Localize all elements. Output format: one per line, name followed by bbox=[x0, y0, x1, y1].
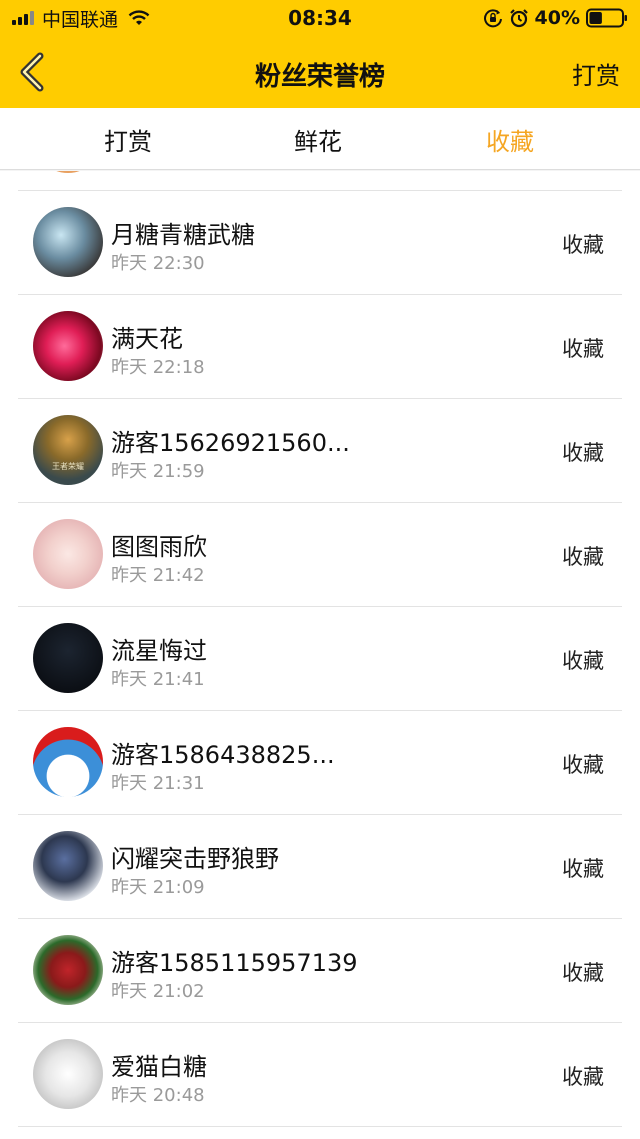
status-bar: 中国联通 08:34 40% bbox=[0, 0, 640, 36]
action-label: 收藏 bbox=[562, 1065, 604, 1089]
action-label: 收藏 bbox=[562, 857, 604, 881]
avatar bbox=[33, 311, 103, 381]
avatar bbox=[33, 519, 103, 589]
list-item[interactable]: 满天花 昨天 22:18 收藏 bbox=[18, 295, 622, 399]
tab-reward[interactable]: 打赏 bbox=[33, 122, 223, 157]
tab-bar: 打赏 鲜花 收藏 bbox=[0, 108, 640, 170]
action-label: 收藏 bbox=[562, 233, 604, 257]
user-name: 流星悔过 bbox=[111, 637, 207, 665]
timestamp: 昨天 20:48 bbox=[111, 1085, 205, 1106]
user-name: 爱猫白糖 bbox=[111, 1053, 207, 1081]
list-item[interactable]: 图图雨欣 昨天 21:42 收藏 bbox=[18, 503, 622, 607]
action-label: 收藏 bbox=[562, 753, 604, 777]
timestamp: 昨天 21:02 bbox=[111, 981, 205, 1002]
alarm-icon bbox=[509, 9, 528, 28]
nav-bar: 粉丝荣誉榜 打赏 bbox=[0, 36, 640, 108]
user-name: 闪耀突击野狼野 bbox=[111, 845, 279, 873]
timestamp: 昨天 22:18 bbox=[111, 357, 205, 378]
list-item[interactable]: 爱猫白糖 昨天 20:48 收藏 bbox=[18, 1023, 622, 1127]
avatar bbox=[33, 1039, 103, 1109]
action-label: 收藏 bbox=[562, 545, 604, 569]
list-item[interactable]: 月糖青糖武糖 昨天 22:30 收藏 bbox=[18, 191, 622, 295]
avatar bbox=[33, 831, 103, 901]
timestamp: 昨天 21:42 bbox=[111, 565, 205, 586]
action-label: 收藏 bbox=[562, 961, 604, 985]
list-item[interactable]: 游客1585115957139 昨天 21:02 收藏 bbox=[18, 919, 622, 1023]
avatar bbox=[33, 727, 103, 797]
avatar-caption: 王者荣耀 bbox=[52, 462, 84, 471]
action-label: 收藏 bbox=[562, 337, 604, 361]
battery-percent: 40% bbox=[534, 7, 580, 29]
reward-button[interactable]: 打赏 bbox=[572, 56, 620, 91]
action-label: 收藏 bbox=[562, 649, 604, 673]
user-name: 游客15626921560... bbox=[111, 429, 350, 457]
action-label: 收藏 bbox=[562, 441, 604, 465]
list-item[interactable]: 王者荣耀 游客15626921560... 昨天 21:59 收藏 bbox=[18, 399, 622, 503]
list-item[interactable]: 游客1586438825... 昨天 21:31 收藏 bbox=[18, 711, 622, 815]
timestamp: 昨天 21:41 bbox=[111, 669, 205, 690]
user-name: 满天花 bbox=[111, 325, 183, 353]
user-name: 游客1585115957139 bbox=[111, 949, 358, 977]
list-item-partial bbox=[18, 171, 622, 191]
tab-favorites[interactable]: 收藏 bbox=[415, 122, 605, 157]
avatar bbox=[33, 623, 103, 693]
timestamp: 昨天 21:59 bbox=[111, 461, 205, 482]
avatar bbox=[33, 171, 103, 173]
battery-icon bbox=[586, 8, 627, 28]
timestamp: 昨天 22:30 bbox=[111, 253, 205, 274]
avatar bbox=[33, 935, 103, 1005]
user-name: 月糖青糖武糖 bbox=[111, 221, 255, 249]
user-name: 图图雨欣 bbox=[111, 533, 207, 561]
status-right: 40% bbox=[483, 6, 628, 30]
timestamp: 昨天 21:31 bbox=[111, 773, 205, 794]
page-title: 粉丝荣誉榜 bbox=[254, 62, 385, 92]
list-item[interactable]: 流星悔过 昨天 21:41 收藏 bbox=[18, 607, 622, 711]
avatar bbox=[33, 207, 103, 277]
fan-list[interactable]: 月糖青糖武糖 昨天 22:30 收藏 满天花 昨天 22:18 收藏 王者荣耀 … bbox=[0, 171, 640, 1139]
orientation-lock-icon bbox=[483, 9, 502, 28]
user-name: 游客1586438825... bbox=[111, 741, 335, 769]
avatar: 王者荣耀 bbox=[33, 415, 103, 485]
timestamp: 昨天 21:09 bbox=[111, 877, 205, 898]
tab-flowers[interactable]: 鲜花 bbox=[223, 122, 413, 157]
list-item[interactable]: 闪耀突击野狼野 昨天 21:09 收藏 bbox=[18, 815, 622, 919]
